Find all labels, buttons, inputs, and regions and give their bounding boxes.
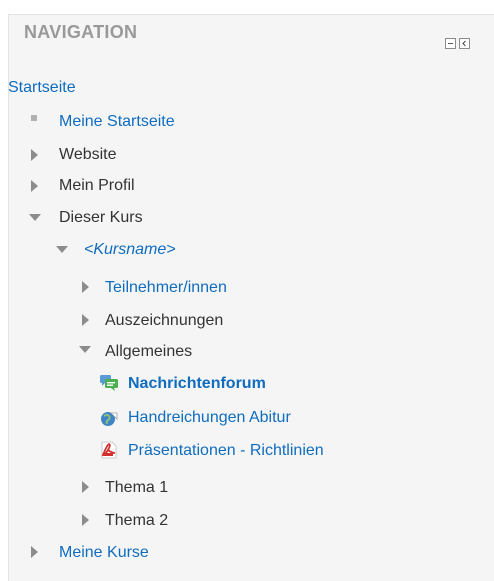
collapse-arrow-icon[interactable] <box>79 345 91 355</box>
expand-arrow-icon[interactable] <box>81 281 91 293</box>
block-controls <box>445 38 470 49</box>
expand-arrow-icon[interactable] <box>81 514 91 526</box>
collapse-arrow-icon[interactable] <box>56 245 68 255</box>
nav-general[interactable]: Allgemeines <box>105 342 192 362</box>
nav-participants-link[interactable]: Teilnehmer/innen <box>105 278 227 298</box>
nav-this-course[interactable]: Dieser Kurs <box>59 208 143 228</box>
nav-course-name-link[interactable]: <Kursname> <box>84 240 176 260</box>
expand-arrow-icon[interactable] <box>81 481 91 493</box>
forum-icon <box>100 375 118 391</box>
block-title: NAVIGATION <box>24 22 138 42</box>
expand-arrow-icon[interactable] <box>81 314 91 326</box>
nav-badges[interactable]: Auszeichnungen <box>105 311 223 331</box>
expand-arrow-icon[interactable] <box>30 546 40 558</box>
nav-my-profile[interactable]: Mein Profil <box>59 176 135 196</box>
url-resource-icon <box>101 412 118 426</box>
nav-topic-1[interactable]: Thema 1 <box>105 478 168 498</box>
dock-icon[interactable] <box>459 38 470 49</box>
nav-home-link[interactable]: Startseite <box>8 78 76 98</box>
collapse-arrow-icon[interactable] <box>29 213 41 223</box>
bullet-icon <box>31 115 37 121</box>
minimize-icon[interactable] <box>445 38 456 49</box>
nav-handouts-link[interactable]: Handreichungen Abitur <box>128 408 291 428</box>
navigation-block <box>8 14 494 581</box>
pdf-icon <box>101 441 117 459</box>
expand-arrow-icon[interactable] <box>30 149 40 161</box>
nav-my-home-link[interactable]: Meine Startseite <box>59 112 175 132</box>
nav-forum-link[interactable]: Nachrichtenforum <box>128 374 266 394</box>
expand-arrow-icon[interactable] <box>30 180 40 192</box>
nav-my-courses-link[interactable]: Meine Kurse <box>59 543 149 563</box>
nav-presentations-link[interactable]: Präsentationen - Richtlinien <box>128 441 324 461</box>
nav-topic-2[interactable]: Thema 2 <box>105 511 168 531</box>
nav-website[interactable]: Website <box>59 145 117 165</box>
